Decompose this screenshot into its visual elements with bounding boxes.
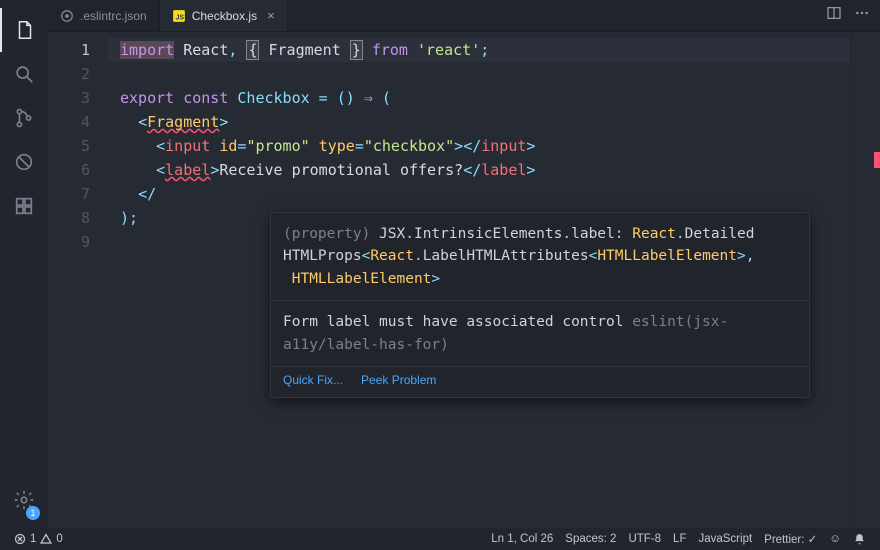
status-eol[interactable]: LF xyxy=(667,533,692,545)
status-encoding[interactable]: UTF-8 xyxy=(622,533,667,545)
tab-bar: .eslintrc.json JS Checkbox.js × xyxy=(48,0,880,32)
source-control-icon[interactable] xyxy=(0,96,48,140)
code-line: export const Checkbox = () ⇒ ( xyxy=(108,86,850,110)
status-prettier[interactable]: Prettier: ✓ xyxy=(758,532,823,546)
settings-badge: 1 xyxy=(26,506,40,520)
tab-label: Checkbox.js xyxy=(192,9,257,23)
search-icon[interactable] xyxy=(0,52,48,96)
status-cursor-position[interactable]: Ln 1, Col 26 xyxy=(485,533,559,545)
explorer-icon[interactable] xyxy=(0,8,48,52)
code-editor[interactable]: 1 2 3 4 5 6 7 8 9 import React, { Fragme… xyxy=(48,32,880,528)
code-line xyxy=(108,62,850,86)
line-number-gutter: 1 2 3 4 5 6 7 8 9 xyxy=(48,32,108,528)
tab-eslintrc[interactable]: .eslintrc.json xyxy=(48,0,160,31)
hover-message: Form label must have associated control … xyxy=(271,300,809,366)
status-problems[interactable]: 1 0 xyxy=(8,533,69,545)
warning-icon xyxy=(40,533,52,545)
tab-checkbox-js[interactable]: JS Checkbox.js × xyxy=(160,0,288,31)
code-line: <input id="promo" type="checkbox"></inpu… xyxy=(108,134,850,158)
code-line: <Fragment> xyxy=(108,110,850,134)
close-icon[interactable]: × xyxy=(267,8,275,23)
status-feedback-icon[interactable]: ☺ xyxy=(823,533,847,545)
settings-gear-icon[interactable]: 1 xyxy=(0,478,48,522)
status-bar: 1 0 Ln 1, Col 26 Spaces: 2 UTF-8 LF Java… xyxy=(0,528,880,550)
code-line: <label>Receive promotional offers?</labe… xyxy=(108,158,850,182)
status-indent[interactable]: Spaces: 2 xyxy=(559,533,622,545)
activity-bar: 1 xyxy=(0,0,48,528)
status-language[interactable]: JavaScript xyxy=(692,533,758,545)
js-file-icon: JS xyxy=(172,9,186,23)
split-editor-icon[interactable] xyxy=(826,5,842,26)
peek-problem-link[interactable]: Peek Problem xyxy=(361,373,436,387)
minimap[interactable] xyxy=(850,32,880,528)
code-area[interactable]: import React, { Fragment } from 'react';… xyxy=(108,32,850,528)
error-icon xyxy=(14,533,26,545)
more-actions-icon[interactable] xyxy=(854,5,870,26)
code-line: import React, { Fragment } from 'react'; xyxy=(108,38,850,62)
debug-icon[interactable] xyxy=(0,140,48,184)
tab-label: .eslintrc.json xyxy=(80,9,147,23)
code-line: </ xyxy=(108,182,850,206)
hover-tooltip: (property) JSX.IntrinsicElements.label: … xyxy=(270,212,810,398)
hover-actions: Quick Fix... Peek Problem xyxy=(271,366,809,397)
hover-signature: (property) JSX.IntrinsicElements.label: … xyxy=(271,213,809,300)
status-bell-icon[interactable] xyxy=(847,533,872,546)
json-file-icon xyxy=(60,9,74,23)
extensions-icon[interactable] xyxy=(0,184,48,228)
svg-text:JS: JS xyxy=(175,14,184,21)
minimap-error-marker xyxy=(874,152,880,168)
quick-fix-link[interactable]: Quick Fix... xyxy=(283,373,343,387)
